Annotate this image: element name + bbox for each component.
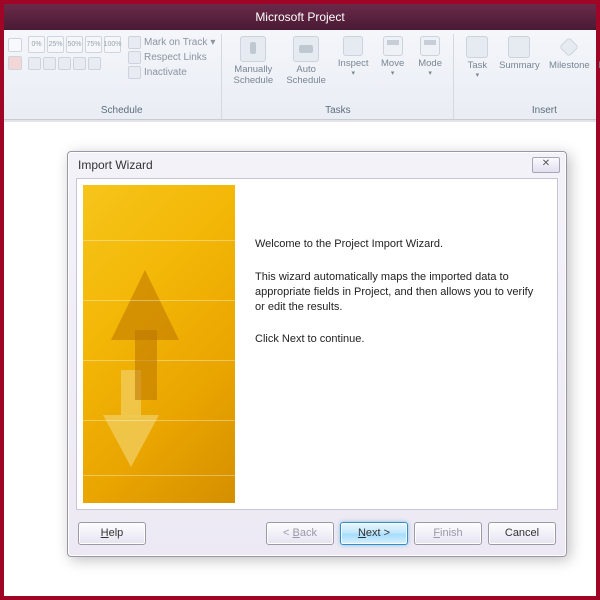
dialog-title: Import Wizard (78, 158, 153, 172)
finish-button[interactable]: Finish (414, 522, 482, 545)
wizard-welcome-text: Welcome to the Project Import Wizard. (255, 237, 541, 252)
dialog-footer: Help < Back Next > Finish Cancel (68, 516, 566, 556)
dialog-body: Welcome to the Project Import Wizard. Th… (76, 178, 558, 510)
dialog-text: Welcome to the Project Import Wizard. Th… (241, 179, 557, 509)
finish-label: Finish (433, 527, 462, 539)
wizard-continue-text: Click Next to continue. (255, 332, 541, 347)
dialog-titlebar[interactable]: Import Wizard ✕ (68, 152, 566, 178)
next-button[interactable]: Next > (340, 522, 408, 545)
modal-overlay: Import Wizard ✕ Welcome to the Project I… (0, 0, 600, 600)
close-button[interactable]: ✕ (532, 157, 560, 173)
cancel-button[interactable]: Cancel (488, 522, 556, 545)
cancel-label: Cancel (505, 527, 539, 539)
wizard-graphic (83, 185, 235, 503)
back-label: < Back (283, 527, 317, 539)
back-button[interactable]: < Back (266, 522, 334, 545)
help-button[interactable]: Help (78, 522, 146, 545)
help-label: elp (109, 527, 124, 539)
import-wizard-dialog: Import Wizard ✕ Welcome to the Project I… (67, 151, 567, 557)
wizard-description-text: This wizard automatically maps the impor… (255, 270, 541, 315)
next-label: Next > (358, 527, 390, 539)
close-icon: ✕ (542, 158, 550, 169)
